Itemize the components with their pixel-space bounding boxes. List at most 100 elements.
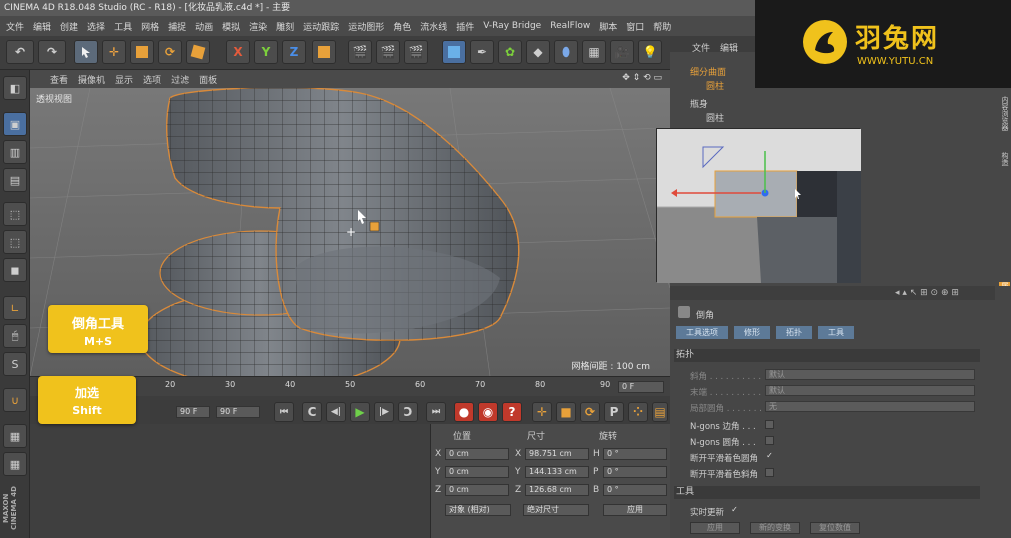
- menu-vray[interactable]: V-Ray Bridge: [483, 21, 541, 31]
- menu-sculpt[interactable]: 雕刻: [276, 20, 294, 33]
- objmgr-menu-edit[interactable]: 编辑: [720, 41, 738, 54]
- grid-icon[interactable]: ▦: [3, 452, 27, 476]
- partial-rounding-dropdown[interactable]: 无: [765, 401, 975, 412]
- menu-pipeline[interactable]: 流水线: [420, 20, 447, 33]
- viewport-menu-camera[interactable]: 摄像机: [78, 73, 105, 86]
- z-axis-lock-icon[interactable]: Z: [282, 40, 306, 64]
- end-caps-dropdown[interactable]: 默认: [765, 385, 975, 396]
- size-mode-dropdown[interactable]: 绝对尺寸: [523, 504, 589, 516]
- ngons-rounding-checkbox[interactable]: [765, 436, 774, 445]
- recent-tool-icon[interactable]: [186, 40, 210, 64]
- move-icon[interactable]: ✛: [102, 40, 126, 64]
- array-icon[interactable]: ◆: [526, 40, 550, 64]
- key-pla-icon[interactable]: ⁘: [628, 402, 648, 422]
- tweak-mode-icon[interactable]: 🖱: [3, 324, 27, 348]
- live-select-icon[interactable]: [74, 40, 98, 64]
- reset-values-button[interactable]: 复位数值: [810, 522, 860, 534]
- viewport-menu-options[interactable]: 选项: [143, 73, 161, 86]
- object-item-cylinder-2[interactable]: 圆柱: [706, 111, 724, 124]
- menu-mograph[interactable]: 运动图形: [348, 20, 384, 33]
- position-y-field[interactable]: 0 cm: [445, 466, 509, 478]
- menu-file[interactable]: 文件: [6, 20, 24, 33]
- camera-icon[interactable]: 🎥: [610, 40, 634, 64]
- play-icon[interactable]: ▶: [350, 402, 370, 422]
- menu-animate[interactable]: 动画: [195, 20, 213, 33]
- render-view-icon[interactable]: 🎬: [348, 40, 372, 64]
- key-scale-icon[interactable]: ■: [556, 402, 576, 422]
- object-mode-icon[interactable]: ▣: [3, 112, 27, 136]
- key-param-icon[interactable]: P: [604, 402, 624, 422]
- menu-plugins[interactable]: 插件: [456, 20, 474, 33]
- y-axis-lock-icon[interactable]: Y: [254, 40, 278, 64]
- texture-mode-icon[interactable]: ▥: [3, 140, 27, 164]
- rotate-icon[interactable]: ⟳: [158, 40, 182, 64]
- axis-mode-icon[interactable]: ∟: [3, 296, 27, 320]
- side-tab-structure[interactable]: 构造: [999, 152, 1010, 174]
- side-tab-content-browser[interactable]: 内容浏览器: [999, 96, 1010, 148]
- record-icon[interactable]: ●: [454, 402, 474, 422]
- pen-icon[interactable]: ✒: [470, 40, 494, 64]
- prev-key-icon[interactable]: C: [302, 402, 322, 422]
- menu-motion-tracking[interactable]: 运动跟踪: [303, 20, 339, 33]
- attr-tab-tool-options[interactable]: 工具选项: [676, 326, 728, 339]
- break-phong-mitering-checkbox[interactable]: [765, 468, 774, 477]
- menu-mesh[interactable]: 网格: [141, 20, 159, 33]
- end-frame-field[interactable]: 90 F: [216, 406, 260, 418]
- workplane-icon[interactable]: ▤: [3, 168, 27, 192]
- next-key-icon[interactable]: Ↄ: [398, 402, 418, 422]
- new-transform-button[interactable]: 新的变换: [750, 522, 800, 534]
- prev-frame-icon[interactable]: ◀|: [326, 402, 346, 422]
- polygon-mode-icon[interactable]: ◼: [3, 258, 27, 282]
- menu-window[interactable]: 窗口: [626, 20, 644, 33]
- viewport-menu-display[interactable]: 显示: [115, 73, 133, 86]
- current-frame-field[interactable]: 0 F: [618, 381, 664, 393]
- attr-nav-icons[interactable]: ◂ ▴ ↖ ⊞ ⊙ ⊕ ⊞: [895, 288, 959, 298]
- viewport-menu-view[interactable]: 查看: [50, 73, 68, 86]
- ngons-corners-checkbox[interactable]: [765, 420, 774, 429]
- render-settings-icon[interactable]: 🎬: [404, 40, 428, 64]
- realtime-update-checkbox[interactable]: ✓: [730, 506, 739, 515]
- size-y-field[interactable]: 144.133 cm: [525, 466, 589, 478]
- model-mode-icon[interactable]: ◧: [3, 76, 27, 100]
- goto-end-icon[interactable]: ⏭: [426, 402, 446, 422]
- render-picture-viewer-icon[interactable]: 🎬: [376, 40, 400, 64]
- viewport-menu-panel[interactable]: 面板: [199, 73, 217, 86]
- menu-script[interactable]: 脚本: [599, 20, 617, 33]
- film-icon[interactable]: ▤: [652, 402, 668, 422]
- object-item-bottle[interactable]: 瓶身: [690, 97, 708, 110]
- undo-icon[interactable]: ↶: [6, 40, 34, 64]
- break-phong-rounding-checkbox[interactable]: ✓: [765, 452, 774, 461]
- menu-render[interactable]: 渲染: [249, 20, 267, 33]
- floor-icon[interactable]: ▦: [582, 40, 606, 64]
- keyframe-selection-icon[interactable]: ?: [502, 402, 522, 422]
- position-x-field[interactable]: 0 cm: [445, 448, 509, 460]
- redo-icon[interactable]: ↷: [38, 40, 66, 64]
- light-icon[interactable]: 💡: [638, 40, 662, 64]
- rotation-p-field[interactable]: 0 °: [603, 466, 667, 478]
- cube-icon[interactable]: [442, 40, 466, 64]
- next-frame-icon[interactable]: |▶: [374, 402, 394, 422]
- preview-end-field[interactable]: 90 F: [176, 406, 210, 418]
- attr-apply-button[interactable]: 应用: [690, 522, 740, 534]
- menu-character[interactable]: 角色: [393, 20, 411, 33]
- scale-icon[interactable]: [130, 40, 154, 64]
- edge-mode-icon[interactable]: ⬚: [3, 230, 27, 254]
- auto-key-icon[interactable]: ◉: [478, 402, 498, 422]
- mitering-dropdown[interactable]: 默认: [765, 369, 975, 380]
- rotation-b-field[interactable]: 0 °: [603, 484, 667, 496]
- object-item-subdivision[interactable]: 细分曲面: [690, 65, 726, 78]
- viewport-nav-icon[interactable]: ✥ ⇕ ⟲ ▭: [622, 73, 662, 83]
- point-mode-icon[interactable]: ⬚: [3, 202, 27, 226]
- coord-mode-dropdown[interactable]: 对象 (相对): [445, 504, 511, 516]
- snap-icon[interactable]: S: [3, 352, 27, 376]
- key-position-icon[interactable]: ✛: [532, 402, 552, 422]
- size-z-field[interactable]: 126.68 cm: [525, 484, 589, 496]
- menu-snap[interactable]: 捕捉: [168, 20, 186, 33]
- objmgr-menu-file[interactable]: 文件: [692, 41, 710, 54]
- attr-tab-tool[interactable]: 工具: [818, 326, 854, 339]
- menu-edit[interactable]: 编辑: [33, 20, 51, 33]
- key-rotation-icon[interactable]: ⟳: [580, 402, 600, 422]
- attr-tab-topology[interactable]: 拓扑: [776, 326, 812, 339]
- subdivision-icon[interactable]: ✿: [498, 40, 522, 64]
- menu-simulate[interactable]: 模拟: [222, 20, 240, 33]
